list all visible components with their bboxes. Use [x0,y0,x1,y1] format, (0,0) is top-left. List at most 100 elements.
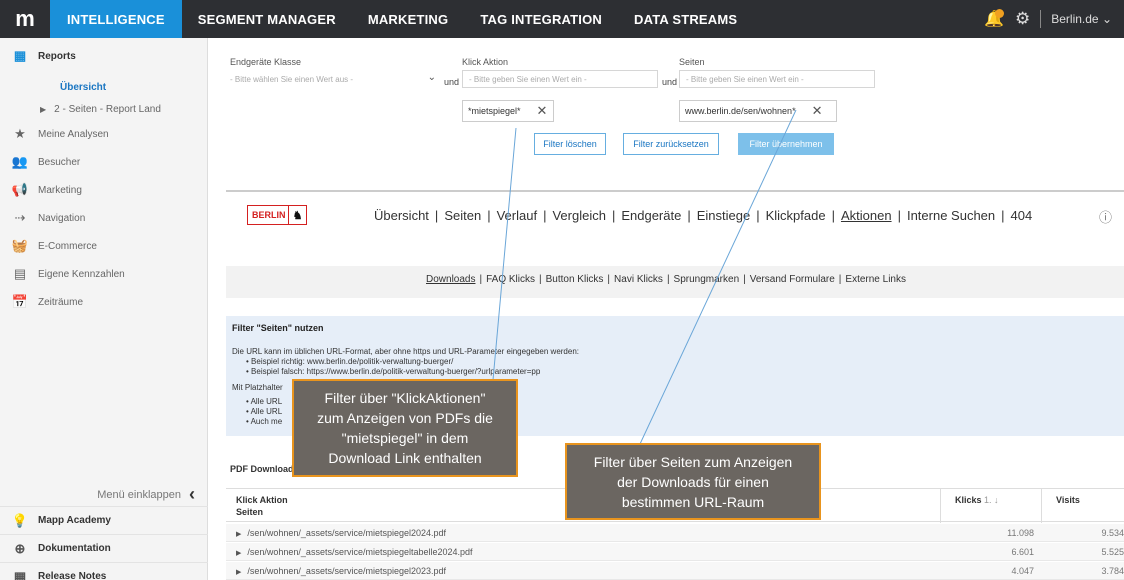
triangle-right-icon[interactable]: ▶ [236,531,241,538]
sidebar-item-navigation[interactable]: ⇢ Navigation [0,204,207,232]
sidebar-item-meine-analysen[interactable]: ★ Meine Analysen [0,120,207,148]
megaphone-icon: 📢 [11,182,29,197]
users-icon: 👥 [11,154,29,169]
column-header-klick-aktion[interactable]: Klick Aktion [236,495,288,505]
notification-bell-icon[interactable]: 🔔 [983,8,1005,30]
subtab-versand-formulare[interactable]: Versand Formulare [750,274,835,285]
sidebar-item-reports[interactable]: ▦ Reports [0,44,207,68]
notes-icon: ▦ [13,568,27,580]
info-box-title: Filter "Seiten" nutzen [232,323,324,333]
report-tabs: Übersicht | Seiten | Verlauf | Vergleich | E… [374,208,1033,223]
berlin-logo: BERLIN ♞ [247,205,307,225]
subtab-faq-klicks[interactable]: FAQ Klicks [486,274,535,285]
chevron-left-icon: ‹ [189,484,195,504]
subtab-sprungmarken[interactable]: Sprungmarken [674,274,740,285]
and-label-1: und [444,77,460,87]
filter-reset-button[interactable]: Filter zurücksetzen [623,133,719,155]
info-box-bullet: • Beispiel richtig: www.berlin.de/politi… [246,357,454,366]
sidebar-item-zeitraeume[interactable]: 📅 Zeiträume [0,288,207,316]
sidebar: ▦ Reports Übersicht ▶ 2 - Seiten - Repor… [0,38,208,580]
chevron-down-icon: ⌄ [427,72,436,83]
device-filter-label: Endgeräte Klasse [230,57,302,67]
sidebar-item-besucher[interactable]: 👥 Besucher [0,148,207,176]
sidebar-item-mapp-academy[interactable]: 💡 Mapp Academy [0,506,208,534]
filter-clear-button[interactable]: Filter löschen [534,133,606,155]
column-header-klicks[interactable]: Klicks 1. ↓ [940,489,1042,523]
pages-filter-label: Seiten [679,57,705,67]
tab-einstiege[interactable]: Einstiege [697,208,750,223]
table-row[interactable]: ▶/sen/wohnen/_assets/service/mietspiegel… [226,562,1124,580]
info-icon[interactable]: ⓘ [1099,207,1112,226]
berlin-report-nav: BERLIN ♞ Übersicht | Seiten | Verlauf | Ver… [226,190,1124,238]
action-filter-input[interactable]: - Bitte geben Sie einen Wert ein - [462,70,658,88]
pages-filter-tag[interactable]: www.berlin.de/sen/wohnen* ✕ [679,100,837,122]
nav-marketing[interactable]: MARKETING [352,0,465,38]
table-row[interactable]: ▶/sen/wohnen/_assets/service/mietspiegel… [226,524,1124,542]
column-header-seiten[interactable]: Seiten [236,507,263,517]
tab-interne-suchen[interactable]: Interne Suchen [907,208,995,223]
tab-verlauf[interactable]: Verlauf [497,208,537,223]
tab-404[interactable]: 404 [1011,208,1033,223]
globe-icon: ⊕ [14,540,26,556]
divider [1040,10,1042,28]
action-filter-label: Klick Aktion [462,57,509,67]
navigation-icon: ⇢ [14,210,26,225]
device-filter-select[interactable]: - Bitte wählen Sie einen Wert aus - ⌄ [230,70,442,88]
filter-apply-button[interactable]: Filter übernehmen [738,133,834,155]
info-box-text: Mit Platzhalter [232,383,283,392]
tab-seiten[interactable]: Seiten [444,208,481,223]
account-selector[interactable]: Berlin.de ⌄ [1051,12,1112,26]
tab-aktionen[interactable]: Aktionen [841,208,892,223]
tab-klickpfade[interactable]: Klickpfade [766,208,826,223]
triangle-right-icon[interactable]: ▶ [236,569,241,576]
info-box-bullet: • Beispiel falsch: https://www.berlin.de… [246,367,541,376]
sort-icon[interactable]: 1. ↓ [984,495,999,505]
nav-intelligence[interactable]: INTELLIGENCE [50,0,182,38]
tab-endgeraete[interactable]: Endgeräte [621,208,681,223]
lightbulb-icon: 💡 [11,512,29,528]
column-header-visits[interactable]: Visits [1056,495,1080,505]
close-icon[interactable]: ✕ [812,103,823,119]
mapp-logo[interactable]: m [0,0,50,38]
basket-icon: 🧺 [11,238,29,253]
top-bar: m INTELLIGENCE SEGMENT MANAGER MARKETING… [0,0,1124,38]
info-box-bullet: • Alle URL [246,397,283,406]
annotation-callout-right: Filter über Seiten zum Anzeigen der Down… [565,443,821,520]
sidebar-item-report-land[interactable]: ▶ 2 - Seiten - Report Land [0,98,207,120]
subtab-downloads[interactable]: Downloads [426,274,475,285]
sidebar-item-ecommerce[interactable]: 🧺 E-Commerce [0,232,207,260]
sidebar-item-eigene-kennzahlen[interactable]: ▤ Eigene Kennzahlen [0,260,207,288]
info-box-bullet: • Alle URL [246,407,283,416]
pages-filter-input[interactable]: - Bitte geben Sie einen Wert ein - [679,70,875,88]
annotation-callout-left: Filter über "KlickAktionen" zum Anzeigen… [292,379,518,477]
nav-segment-manager[interactable]: SEGMENT MANAGER [182,0,352,38]
sidebar-item-uebersicht[interactable]: Übersicht [0,76,207,98]
nav-tag-integration[interactable]: TAG INTEGRATION [464,0,618,38]
sidebar-item-marketing[interactable]: 📢 Marketing [0,176,207,204]
sub-nav: Downloads | FAQ Klicks | Button Klicks | Na… [226,266,1124,298]
nav-data-streams[interactable]: DATA STREAMS [618,0,753,38]
info-box-text: Die URL kann im üblichen URL-Format, abe… [232,347,579,356]
subtab-externe-links[interactable]: Externe Links [845,274,906,285]
action-filter-tag[interactable]: *mietspiegel* ✕ [462,100,554,122]
star-icon: ★ [14,126,26,141]
grid-icon: ▦ [13,48,27,63]
metrics-icon: ▤ [13,266,27,281]
triangle-right-icon[interactable]: ▶ [236,550,241,557]
subtab-button-klicks[interactable]: Button Klicks [546,274,604,285]
tab-vergleich[interactable]: Vergleich [552,208,605,223]
sidebar-item-release-notes[interactable]: ▦ Release Notes [0,562,208,580]
tab-uebersicht[interactable]: Übersicht [374,208,429,223]
bear-icon: ♞ [288,206,306,224]
triangle-right-icon: ▶ [40,104,47,114]
calendar-icon: 📅 [11,294,29,309]
sidebar-item-dokumentation[interactable]: ⊕ Dokumentation [0,534,208,562]
close-icon[interactable]: ✕ [537,103,548,119]
table-row[interactable]: ▶/sen/wohnen/_assets/service/mietspiegel… [226,543,1124,561]
and-label-2: und [662,77,678,87]
info-box-bullet: • Auch me [246,417,283,426]
gear-icon[interactable]: ⚙ [1015,9,1030,29]
subtab-navi-klicks[interactable]: Navi Klicks [614,274,663,285]
table-title: PDF Download [230,464,294,474]
collapse-menu-button[interactable]: Menü einklappen ‹ [97,484,195,505]
